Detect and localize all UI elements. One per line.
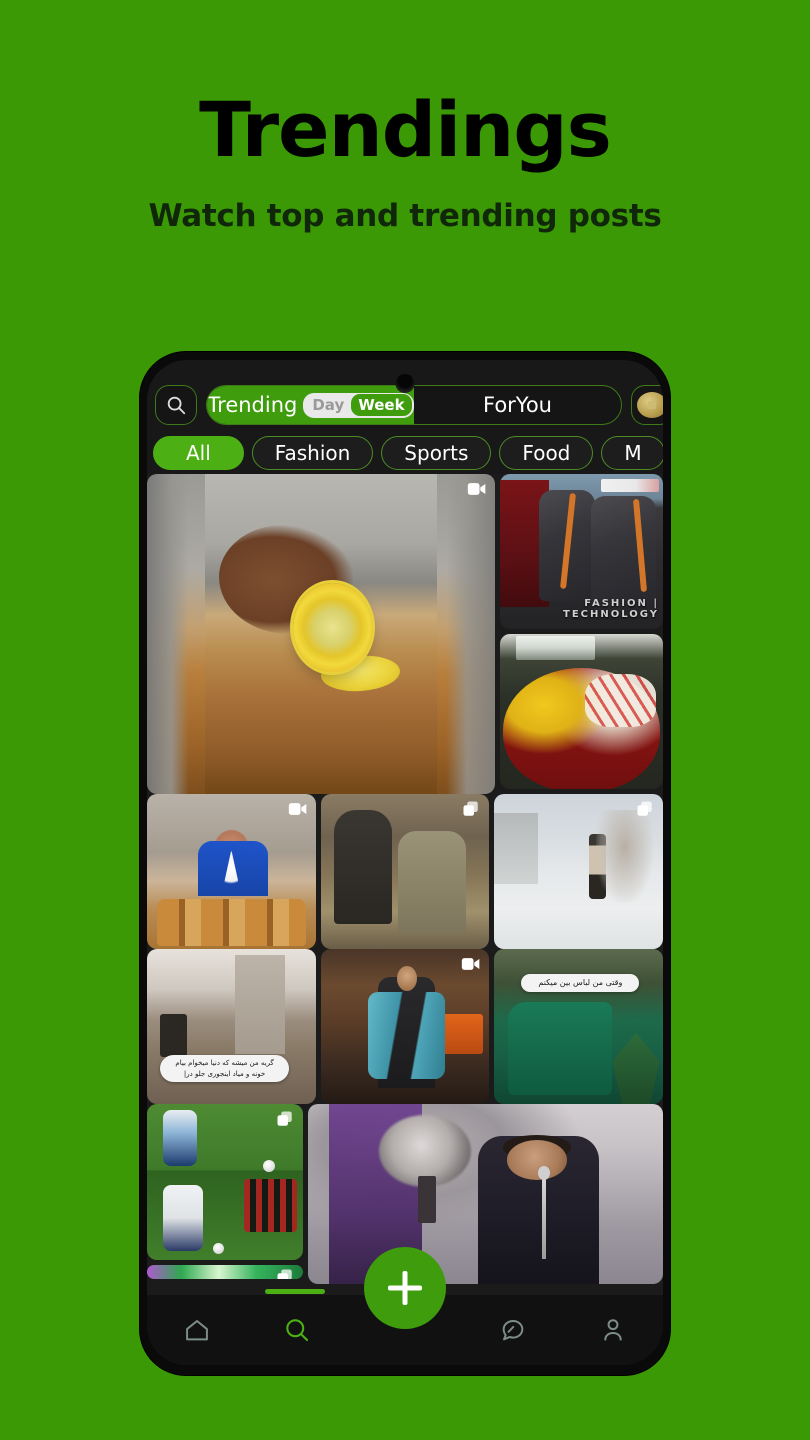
post-denim-jacket-man[interactable] bbox=[320, 949, 490, 1104]
crowd-band bbox=[243, 1178, 297, 1232]
person-icon bbox=[604, 1319, 622, 1341]
car-watermark bbox=[601, 479, 659, 492]
soccer-ball bbox=[262, 1160, 275, 1173]
post-group-of-men[interactable] bbox=[320, 794, 490, 949]
promo-header: Trendings Watch top and trending posts bbox=[0, 0, 810, 235]
active-tab-indicator bbox=[265, 1289, 326, 1294]
home-icon bbox=[186, 1320, 209, 1341]
post-green-flash[interactable] bbox=[147, 1265, 303, 1279]
phone-screen: Trending Day Week ForYou All Fashion Spo… bbox=[147, 360, 663, 1365]
video-icon bbox=[467, 480, 487, 498]
avatar bbox=[637, 392, 663, 418]
album-icon bbox=[275, 1268, 295, 1279]
chip-more[interactable]: M bbox=[601, 436, 663, 470]
create-post-fab[interactable] bbox=[364, 1247, 446, 1329]
period-option-week[interactable]: Week bbox=[351, 393, 412, 417]
soccer-ball bbox=[212, 1242, 224, 1254]
post-green-outfit[interactable]: وقتی من لباس بین میکنم bbox=[494, 949, 663, 1104]
grid-left-column bbox=[147, 1104, 303, 1279]
microphone bbox=[538, 1166, 551, 1259]
grid-row: گریه من میشه که دنیا میخوام بیام خونه و … bbox=[147, 949, 663, 1104]
tab-trending[interactable]: Trending Day Week bbox=[207, 386, 414, 424]
post-singer-microphone[interactable] bbox=[308, 1104, 663, 1284]
chip-sports[interactable]: Sports bbox=[381, 436, 492, 470]
search-icon bbox=[286, 1319, 309, 1342]
candy-cluster bbox=[584, 674, 657, 727]
camera-punch-hole bbox=[395, 374, 415, 393]
period-option-day[interactable]: Day bbox=[305, 394, 351, 417]
post-soccer-collage[interactable] bbox=[147, 1104, 303, 1260]
grid-side-column: FASHION | TECHNOLOGY bbox=[500, 474, 663, 789]
singer-head bbox=[506, 1140, 568, 1180]
nav-messages[interactable] bbox=[463, 1295, 563, 1365]
post-baker-pastries[interactable] bbox=[147, 794, 316, 949]
nav-search[interactable] bbox=[247, 1289, 347, 1365]
search-button[interactable] bbox=[155, 385, 197, 425]
post-room-interior[interactable]: گریه من میشه که دنیا میخوام بیام خونه و … bbox=[147, 949, 316, 1104]
background-screen bbox=[442, 1014, 483, 1055]
video-icon bbox=[288, 800, 308, 818]
background-books bbox=[516, 635, 595, 661]
car-seat-right bbox=[591, 495, 657, 611]
search-icon bbox=[167, 396, 186, 415]
plus-icon bbox=[388, 1271, 422, 1305]
nav-profile[interactable] bbox=[563, 1295, 663, 1365]
post-caption-overlay: گریه من میشه که دنیا میخوام بیام خونه و … bbox=[160, 1055, 289, 1083]
chip-food[interactable]: Food bbox=[499, 436, 594, 470]
page-title: Trendings bbox=[199, 85, 612, 174]
lemon-slice bbox=[319, 653, 402, 695]
album-icon bbox=[461, 800, 481, 818]
post-thumbnail bbox=[205, 474, 437, 794]
page-subtitle: Watch top and trending posts bbox=[148, 198, 662, 234]
category-chips: All Fashion Sports Food M bbox=[147, 435, 663, 471]
profile-avatar-button[interactable] bbox=[631, 385, 663, 425]
phone-mockup: Trending Day Week ForYou All Fashion Spo… bbox=[140, 352, 670, 1375]
video-icon bbox=[461, 955, 481, 973]
post-lemon-cutting-video[interactable] bbox=[147, 474, 495, 794]
chip-all[interactable]: All bbox=[153, 436, 244, 470]
tab-foryou-label: ForYou bbox=[482, 393, 552, 417]
tab-foryou[interactable]: ForYou bbox=[414, 386, 621, 424]
post-snowy-street[interactable] bbox=[494, 794, 663, 949]
chat-bubble-icon bbox=[502, 1320, 524, 1341]
grid-row bbox=[147, 794, 663, 949]
period-toggle[interactable]: Day Week bbox=[303, 392, 414, 418]
post-caption-overlay: وقتی من لباس بین میکنم bbox=[521, 973, 640, 992]
feed-tabs: Trending Day Week ForYou bbox=[206, 385, 622, 425]
walking-person bbox=[588, 834, 606, 900]
pastry-tray bbox=[157, 899, 306, 946]
chip-fashion[interactable]: Fashion bbox=[251, 436, 374, 470]
tab-trending-label: Trending bbox=[207, 393, 298, 417]
album-icon bbox=[275, 1110, 295, 1128]
post-car-seats[interactable]: FASHION | TECHNOLOGY bbox=[500, 474, 663, 629]
post-grid[interactable]: FASHION | TECHNOLOGY گریه من میشه که دنی… bbox=[147, 474, 663, 1365]
nav-home[interactable] bbox=[147, 1295, 247, 1365]
car-post-caption: FASHION | TECHNOLOGY bbox=[563, 598, 659, 620]
album-icon bbox=[635, 800, 655, 818]
background-tie bbox=[418, 1176, 436, 1223]
person-head bbox=[396, 966, 417, 991]
grid-row: FASHION | TECHNOLOGY bbox=[147, 474, 663, 794]
post-roses-bouquet[interactable] bbox=[500, 634, 663, 789]
